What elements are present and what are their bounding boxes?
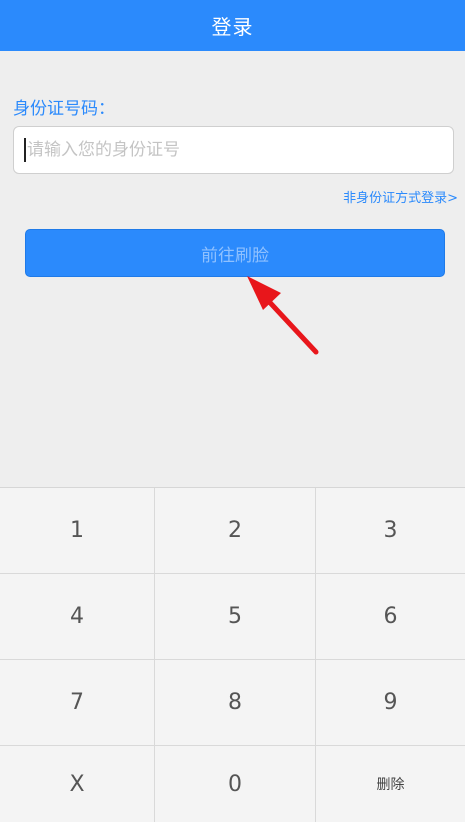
key-9[interactable]: 9 [316,660,465,746]
key-8[interactable]: 8 [155,660,316,746]
key-0[interactable]: 0 [155,746,316,822]
key-4[interactable]: 4 [0,574,155,660]
key-6[interactable]: 6 [316,574,465,660]
key-5[interactable]: 5 [155,574,316,660]
page-title: 登录 [211,15,254,39]
numeric-keypad: 1 2 3 4 5 6 7 8 9 X 0 删除 [0,487,465,822]
key-x[interactable]: X [0,746,155,822]
id-number-field[interactable] [13,126,454,174]
key-3[interactable]: 3 [316,488,465,574]
key-1[interactable]: 1 [0,488,155,574]
key-2[interactable]: 2 [155,488,316,574]
face-scan-button[interactable]: 前往刷脸 [25,229,445,277]
key-delete[interactable]: 删除 [316,746,465,822]
app-header: 登录 [0,0,465,51]
key-7[interactable]: 7 [0,660,155,746]
alt-login-link[interactable]: 非身份证方式登录> [343,187,458,206]
id-number-input[interactable] [27,140,427,160]
id-number-label: 身份证号码： [13,99,115,119]
text-caret [24,138,26,162]
